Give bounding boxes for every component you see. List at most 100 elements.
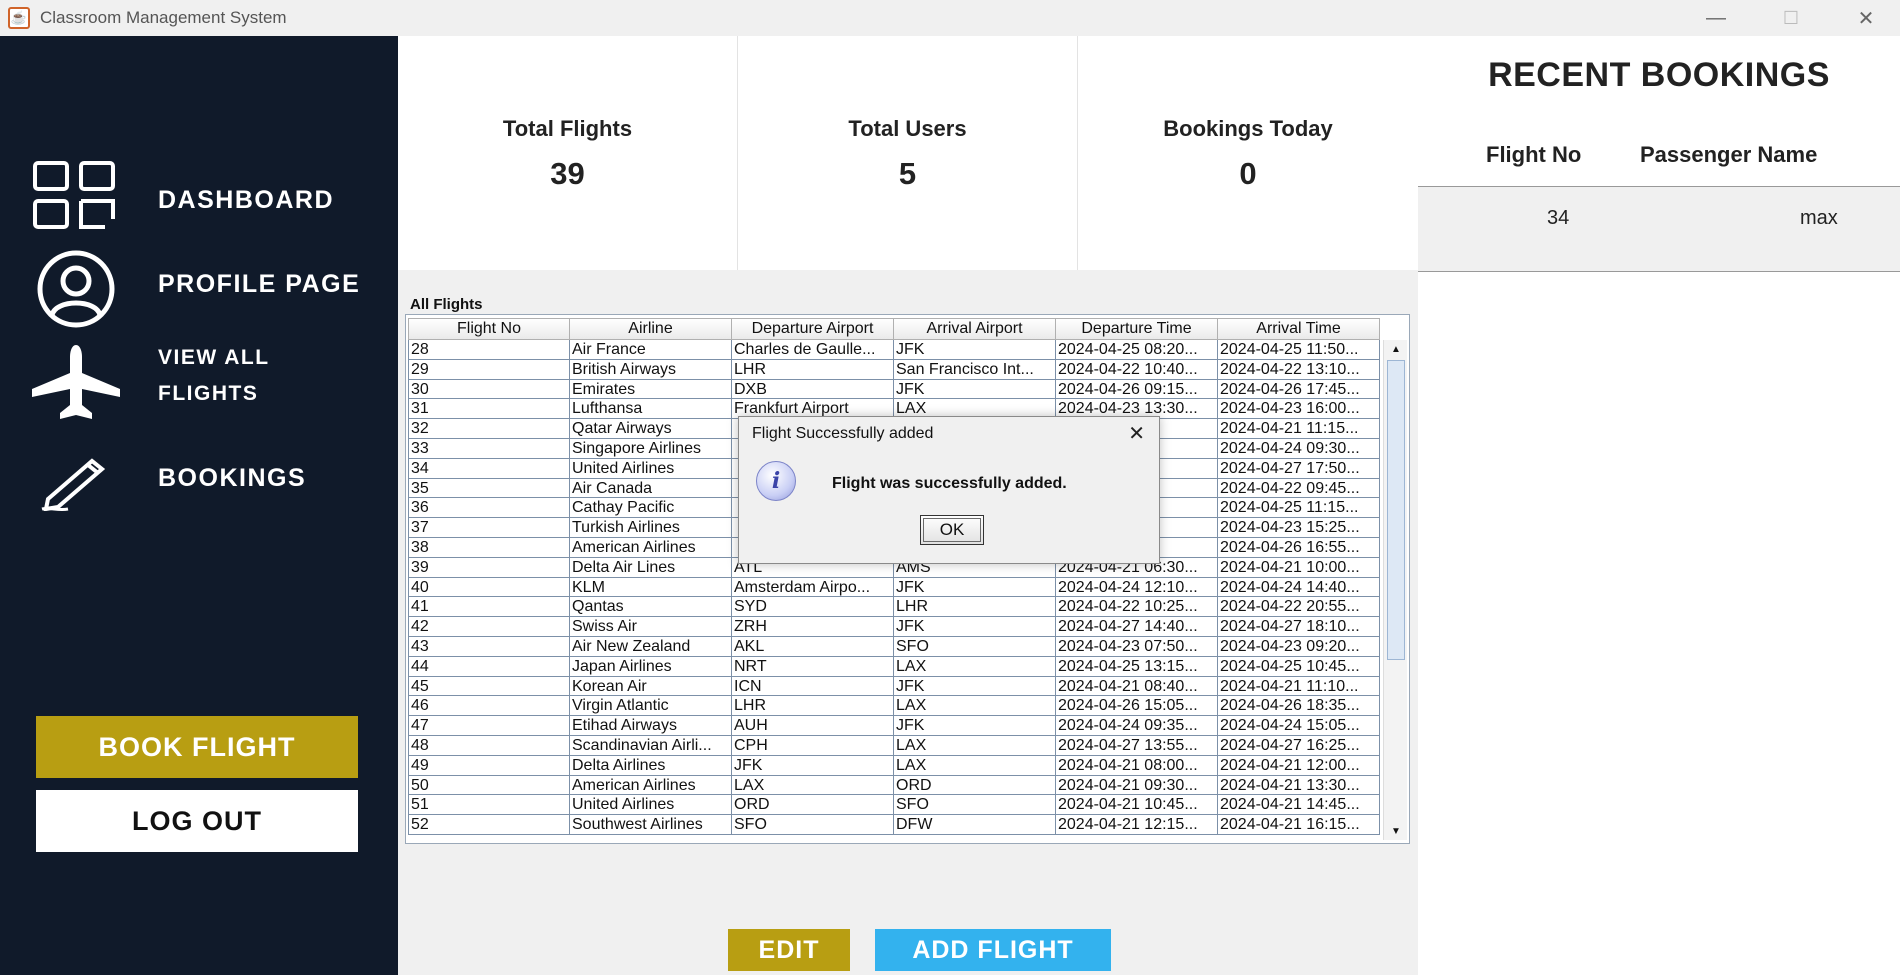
table-row[interactable]: 46 Virgin Atlantic LHR LAX 2024-04-26 15:05.… [408,696,1380,717]
table-cell: 39 [408,557,570,578]
table-row[interactable]: 45 Korean Air ICN JFK 2024-04-21 08:40... 202… [408,676,1380,697]
sidebar-item-label: FLIGHTS [158,382,259,405]
table-row[interactable]: 29 British Airways LHR San Francisco Int...… [408,359,1380,380]
table-cell: Charles de Gaulle... [732,340,894,360]
table-cell: LAX [894,735,1056,756]
table-cell: Cathay Pacific [570,498,732,519]
stat-value: 5 [898,156,917,191]
table-row[interactable]: 28 Air France Charles de Gaulle... JFK 2024-… [408,340,1380,360]
table-row[interactable]: 42 Swiss Air ZRH JFK 2024-04-27 14:40... 2024… [408,617,1380,637]
table-cell: 41 [408,597,570,618]
table-row[interactable]: 48 Scandinavian Airli... CPH LAX 2024-04-27 … [408,735,1380,756]
table-cell: 52 [408,815,570,835]
table-cell: 49 [408,755,570,776]
table-cell: Air New Zealand [570,636,732,657]
table-cell: Amsterdam Airpo... [732,577,894,598]
table-row[interactable]: 50 American Airlines LAX ORD 2024-04-21 09:3… [408,775,1380,796]
table-cell: 2024-04-27 14:40... [1056,617,1218,637]
table-cell: San Francisco Int... [894,359,1056,380]
table-cell: JFK [894,340,1056,360]
table-cell: JFK [732,755,894,776]
table-cell: Etihad Airways [570,716,732,736]
scroll-up-arrow-icon[interactable]: ▲ [1384,340,1408,358]
table-cell: 31 [408,399,570,420]
column-header[interactable]: Flight No [408,318,570,340]
table-cell: JFK [894,577,1056,598]
table-cell: LHR [894,597,1056,618]
sidebar-item-bookings[interactable]: BOOKINGS [0,436,398,526]
table-cell: 2024-04-25 13:15... [1056,656,1218,677]
table-cell: SFO [894,636,1056,657]
table-cell: 2024-04-21 14:45... [1218,795,1380,816]
column-header[interactable]: Departure Time [1056,318,1218,340]
log-out-button[interactable]: LOG OUT [36,790,358,852]
table-row[interactable]: 43 Air New Zealand AKL SFO 2024-04-23 07:50.… [408,636,1380,657]
table-cell: 2024-04-21 08:00... [1056,755,1218,776]
sidebar: DASHBOARD PROFILE PAGE VIEW ALL FLIGHTS [0,36,398,975]
table-cell: 2024-04-21 12:15... [1056,815,1218,835]
sidebar-item-dashboard[interactable]: DASHBOARD [0,146,398,246]
table-cell: 2024-04-21 13:30... [1218,775,1380,796]
table-cell: 2024-04-24 09:30... [1218,438,1380,459]
recent-bookings-heading: RECENT BOOKINGS [1488,56,1830,94]
book-flight-button[interactable]: BOOK FLIGHT [36,716,358,778]
dialog-close-icon[interactable]: ✕ [1128,421,1145,446]
table-cell: 45 [408,676,570,697]
edit-button[interactable]: EDIT [728,929,850,971]
close-button[interactable]: ✕ [1830,0,1900,36]
table-cell: Swiss Air [570,617,732,637]
table-row[interactable]: 51 United Airlines ORD SFO 2024-04-21 10:45.… [408,795,1380,816]
table-cell: 43 [408,636,570,657]
table-row[interactable]: 44 Japan Airlines NRT LAX 2024-04-25 13:15..… [408,656,1380,677]
column-header[interactable]: Arrival Airport [894,318,1056,340]
scrollbar-thumb[interactable] [1387,360,1405,660]
sidebar-item-profile[interactable]: PROFILE PAGE [0,244,398,334]
table-cell: Air France [570,340,732,360]
window-titlebar: ☕ Classroom Management System [0,0,1900,36]
table-cell: 2024-04-25 08:20... [1056,340,1218,360]
table-cell: SFO [894,795,1056,816]
table-cell: 2024-04-26 18:35... [1218,696,1380,717]
table-cell: 2024-04-23 07:50... [1056,636,1218,657]
table-row[interactable]: 40 KLM Amsterdam Airpo... JFK 2024-04-24 12:… [408,577,1380,598]
column-header[interactable]: Departure Airport [732,318,894,340]
table-cell: 2024-04-27 16:25... [1218,735,1380,756]
table-cell: 2024-04-22 09:45... [1218,478,1380,499]
table-cell: 2024-04-27 17:50... [1218,458,1380,479]
table-cell: JFK [894,716,1056,736]
stat-label: Total Flights [502,116,633,141]
vertical-scrollbar[interactable]: ▲ ▼ [1383,340,1407,840]
table-cell: 47 [408,716,570,736]
table-cell: 37 [408,518,570,538]
table-cell: Air Canada [570,478,732,499]
sidebar-item-view-all-flights[interactable]: VIEW ALL FLIGHTS [0,336,398,436]
table-row[interactable]: 49 Delta Airlines JFK LAX 2024-04-21 08:00..… [408,755,1380,776]
column-header[interactable]: Arrival Time [1218,318,1380,340]
table-cell: LHR [732,359,894,380]
table-cell: 40 [408,577,570,598]
table-cell: CPH [732,735,894,756]
table-cell: LAX [894,656,1056,677]
table-cell: 2024-04-21 08:40... [1056,676,1218,697]
table-row[interactable]: 30 Emirates DXB JFK 2024-04-26 09:15... 2024-… [408,379,1380,400]
table-cell: Korean Air [570,676,732,697]
add-flight-button[interactable]: ADD FLIGHT [875,929,1111,971]
ok-button[interactable]: OK [920,515,984,545]
table-cell: max [1800,207,1838,229]
table-cell: Emirates [570,379,732,400]
table-row[interactable]: 41 Qantas SYD LHR 2024-04-22 10:25... 2024-04… [408,597,1380,618]
table-cell: ICN [732,676,894,697]
scroll-down-arrow-icon[interactable]: ▼ [1384,822,1408,840]
table-cell: 46 [408,696,570,717]
table-cell: 34 [408,458,570,479]
column-header[interactable]: Airline [570,318,732,340]
table-row[interactable]: 52 Southwest Airlines SFO DFW 2024-04-21 12:… [408,815,1380,835]
table-cell: 2024-04-26 09:15... [1056,379,1218,400]
maximize-button[interactable]: ☐ [1755,0,1827,36]
table-cell: 38 [408,537,570,558]
minimize-button[interactable]: — [1680,0,1752,36]
table-cell: 2024-04-22 10:40... [1056,359,1218,380]
dialog-title: Flight Successfully added [752,425,934,442]
table-row[interactable]: 47 Etihad Airways AUH JFK 2024-04-24 09:35..… [408,716,1380,736]
table-cell: LHR [732,696,894,717]
